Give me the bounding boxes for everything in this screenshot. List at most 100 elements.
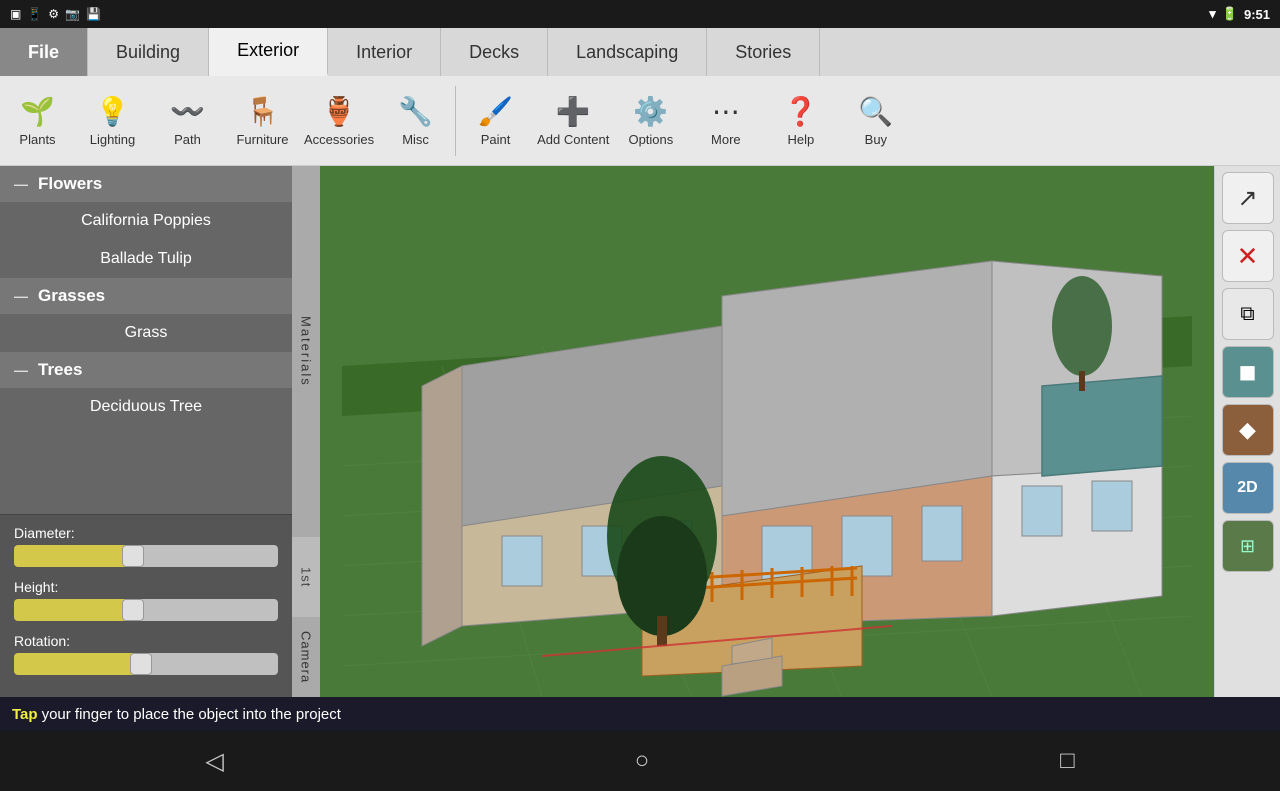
- icon-monitor: ▣: [10, 7, 21, 21]
- tool-help[interactable]: ❓ Help: [763, 81, 838, 161]
- status-icons-left: ▣ 📱 ⚙ 📷 💾: [10, 7, 101, 21]
- toolbar: 🌱 Plants 💡 Lighting 〰️ Path 🪑 Furniture …: [0, 76, 1280, 166]
- slider-rotation-row: Rotation:: [14, 633, 278, 675]
- tool-addcontent[interactable]: ➕ Add Content: [533, 81, 613, 161]
- icon-save: 💾: [86, 7, 101, 21]
- buy-icon: 🔍: [858, 95, 893, 128]
- plants-icon: 🌱: [20, 95, 55, 128]
- grid-button[interactable]: ⊞: [1222, 520, 1274, 572]
- 2d-button[interactable]: 2D: [1222, 462, 1274, 514]
- main-area: — Flowers California Poppies Ballade Tul…: [0, 166, 1280, 697]
- tool-paint[interactable]: 🖌️ Paint: [458, 81, 533, 161]
- dash-icon: —: [14, 176, 28, 192]
- dash-icon2: —: [14, 288, 28, 304]
- tool-options[interactable]: ⚙️ Options: [613, 81, 688, 161]
- accessories-icon: 🏺: [322, 95, 357, 128]
- right-panel: ↗ ✕ ⧉ ◼ ◆ 2D ⊞: [1214, 166, 1280, 697]
- furniture-icon: 🪑: [245, 95, 280, 128]
- back-button[interactable]: ◁: [205, 747, 223, 776]
- tool-path[interactable]: 〰️ Path: [150, 81, 225, 161]
- material-button[interactable]: ◼: [1222, 346, 1274, 398]
- copy-button[interactable]: ⧉: [1222, 288, 1274, 340]
- material-icon: ◼: [1238, 359, 1256, 385]
- slider-height-label: Height:: [14, 579, 278, 595]
- slider-rotation[interactable]: [14, 653, 278, 675]
- slider-diameter-label: Diameter:: [14, 525, 278, 541]
- canvas-area[interactable]: [320, 166, 1214, 697]
- status-normal: your finger to place the object into the…: [42, 706, 341, 723]
- side-tabs: Materials 1st Camera: [292, 166, 320, 697]
- bottom-nav: ◁ ○ □: [0, 731, 1280, 791]
- category-list: — Flowers California Poppies Ballade Tul…: [0, 166, 292, 697]
- dash-icon3: —: [14, 362, 28, 378]
- tab-1st[interactable]: 1st: [292, 537, 320, 617]
- tool-misc[interactable]: 🔧 Misc: [378, 81, 453, 161]
- item-ballade-tulip[interactable]: Ballade Tulip: [0, 240, 292, 278]
- wifi-icon: ▾: [1209, 6, 1216, 22]
- misc-icon: 🔧: [398, 95, 433, 128]
- tool-more[interactable]: ⋯ More: [688, 81, 763, 161]
- help-icon: ❓: [783, 95, 818, 128]
- 3d-view[interactable]: [320, 166, 1214, 697]
- path-icon: 〰️: [170, 95, 205, 128]
- tab-file[interactable]: File: [0, 28, 88, 76]
- grid-icon: ⊞: [1240, 536, 1255, 557]
- category-trees[interactable]: — Trees: [0, 352, 292, 388]
- cursor-icon: ↗: [1237, 184, 1257, 213]
- recent-button[interactable]: □: [1060, 747, 1075, 775]
- lighting-icon: 💡: [95, 95, 130, 128]
- item-deciduous-tree[interactable]: Deciduous Tree: [0, 388, 292, 426]
- home-button[interactable]: ○: [635, 747, 650, 775]
- tab-camera[interactable]: Camera: [292, 617, 320, 697]
- tool-buy[interactable]: 🔍 Buy: [838, 81, 913, 161]
- category-grasses[interactable]: — Grasses: [0, 278, 292, 314]
- clock: 9:51: [1244, 7, 1270, 22]
- status-message: Tap your finger to place the object into…: [0, 697, 1280, 731]
- addcontent-icon: ➕: [556, 95, 591, 128]
- tab-landscaping[interactable]: Landscaping: [548, 28, 707, 76]
- tab-bar: File Building Exterior Interior Decks La…: [0, 28, 1280, 76]
- tab-materials[interactable]: Materials: [292, 166, 320, 537]
- icon-camera: 📷: [65, 7, 80, 21]
- battery-icon: 🔋: [1222, 6, 1238, 22]
- paint-icon: 🖌️: [478, 95, 513, 128]
- left-panel: — Flowers California Poppies Ballade Tul…: [0, 166, 320, 697]
- delete-button[interactable]: ✕: [1222, 230, 1274, 282]
- item-california-poppies[interactable]: California Poppies: [0, 202, 292, 240]
- tab-building[interactable]: Building: [88, 28, 209, 76]
- plant-categories: — Flowers California Poppies Ballade Tul…: [0, 166, 292, 514]
- tool-furniture[interactable]: 🪑 Furniture: [225, 81, 300, 161]
- tool-plants[interactable]: 🌱 Plants: [0, 81, 75, 161]
- tab-interior[interactable]: Interior: [328, 28, 441, 76]
- slider-rotation-thumb[interactable]: [130, 653, 152, 675]
- status-bar: ▣ 📱 ⚙ 📷 💾 ▾ 🔋 9:51: [0, 0, 1280, 28]
- texture-button[interactable]: ◆: [1222, 404, 1274, 456]
- slider-diameter-thumb[interactable]: [122, 545, 144, 567]
- tab-stories[interactable]: Stories: [707, 28, 820, 76]
- item-grass[interactable]: Grass: [0, 314, 292, 352]
- sliders-section: Diameter: Height: Rotation:: [0, 514, 292, 697]
- slider-diameter-row: Diameter:: [14, 525, 278, 567]
- options-icon: ⚙️: [633, 95, 668, 128]
- slider-height-thumb[interactable]: [122, 599, 144, 621]
- category-flowers[interactable]: — Flowers: [0, 166, 292, 202]
- copy-icon: ⧉: [1240, 303, 1254, 326]
- toolbar-divider: [455, 86, 456, 156]
- slider-diameter[interactable]: [14, 545, 278, 567]
- cursor-button[interactable]: ↗: [1222, 172, 1274, 224]
- slider-rotation-label: Rotation:: [14, 633, 278, 649]
- tab-exterior[interactable]: Exterior: [209, 28, 328, 76]
- more-icon: ⋯: [712, 95, 740, 128]
- status-highlight: Tap: [12, 706, 38, 723]
- status-icons-right: ▾ 🔋 9:51: [1209, 6, 1270, 22]
- icon-settings: ⚙: [48, 7, 59, 21]
- slider-height[interactable]: [14, 599, 278, 621]
- tool-accessories[interactable]: 🏺 Accessories: [300, 81, 378, 161]
- tab-decks[interactable]: Decks: [441, 28, 548, 76]
- delete-icon: ✕: [1237, 241, 1259, 272]
- 2d-icon: 2D: [1237, 479, 1257, 497]
- tool-lighting[interactable]: 💡 Lighting: [75, 81, 150, 161]
- slider-height-row: Height:: [14, 579, 278, 621]
- texture-icon: ◆: [1239, 417, 1256, 443]
- icon-phone: 📱: [27, 7, 42, 21]
